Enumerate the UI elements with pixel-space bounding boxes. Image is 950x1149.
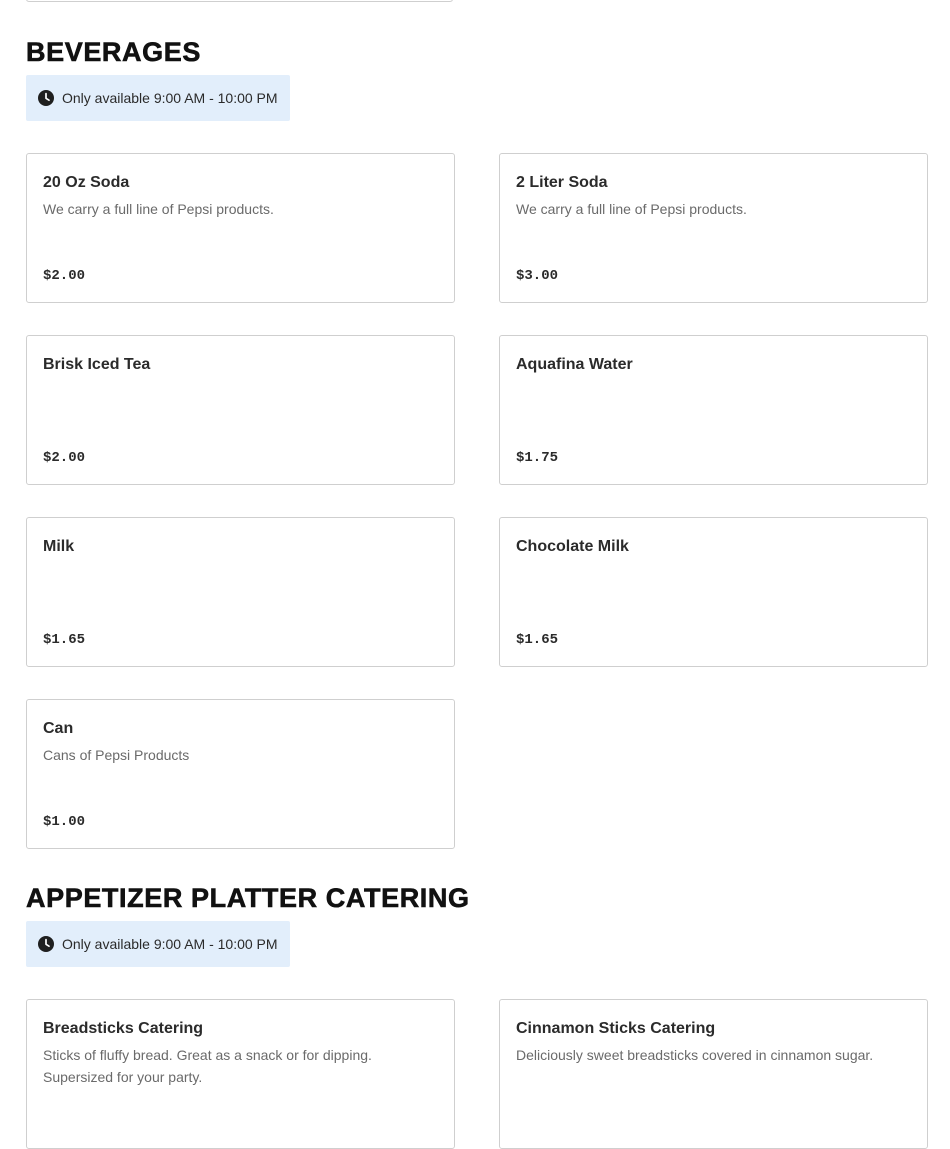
availability-badge: Only available 9:00 AM - 10:00 PM <box>26 75 290 121</box>
item-name: 20 Oz Soda <box>43 174 130 191</box>
menu-item-card[interactable]: Breadsticks Catering Sticks of fluffy br… <box>26 999 455 1149</box>
availability-text: Only available 9:00 AM - 10:00 PM <box>62 90 278 106</box>
item-price: $2.00 <box>43 268 86 284</box>
menu-item-card[interactable]: Cinnamon Sticks Catering Deliciously swe… <box>499 999 928 1149</box>
item-description: We carry a full line of Pepsi products. <box>43 201 274 217</box>
availability-badge: Only available 9:00 AM - 10:00 PM <box>26 921 290 967</box>
item-name: Brisk Iced Tea <box>43 356 151 373</box>
item-name: Milk <box>43 538 75 555</box>
item-name: Chocolate Milk <box>516 538 629 555</box>
item-description: Deliciously sweet breadsticks covered in… <box>516 1047 874 1063</box>
item-description: Sticks of fluffy bread. Great as a snack… <box>43 1047 372 1085</box>
item-description: Cans of Pepsi Products <box>43 747 190 763</box>
item-price: $1.00 <box>43 814 86 830</box>
item-name: Breadsticks Catering <box>43 1020 204 1037</box>
item-description: We carry a full line of Pepsi products. <box>516 201 747 217</box>
item-price: $2.00 <box>43 450 86 466</box>
item-price: $1.65 <box>43 632 86 648</box>
menu-item-card[interactable]: 2 Liter Soda We carry a full line of Pep… <box>499 153 928 303</box>
menu-item-card[interactable]: Milk $1.65 <box>26 517 455 667</box>
item-price: $1.75 <box>516 450 559 466</box>
previous-item-card[interactable] <box>26 0 453 2</box>
item-price: $1.65 <box>516 632 559 648</box>
availability-text: Only available 9:00 AM - 10:00 PM <box>62 936 278 952</box>
menu-page: BEVERAGES Only available 9:00 AM - 10:00… <box>0 0 950 1149</box>
menu-item-card[interactable]: Can Cans of Pepsi Products $1.00 <box>26 699 455 849</box>
menu-item-card[interactable]: Brisk Iced Tea $2.00 <box>26 335 455 485</box>
clock-icon <box>38 936 54 952</box>
menu-item-card[interactable]: Chocolate Milk $1.65 <box>499 517 928 667</box>
menu-section-beverages: BEVERAGES Only available 9:00 AM - 10:00… <box>26 36 928 849</box>
item-grid: Breadsticks Catering Sticks of fluffy br… <box>26 999 928 1149</box>
section-title: APPETIZER PLATTER CATERING <box>26 883 470 914</box>
item-price: $3.00 <box>516 268 559 284</box>
item-name: Can <box>43 720 74 737</box>
clock-icon <box>38 90 54 106</box>
item-name: Aquafina Water <box>516 356 633 373</box>
item-grid: 20 Oz Soda We carry a full line of Pepsi… <box>26 153 928 849</box>
item-name: Cinnamon Sticks Catering <box>516 1020 716 1037</box>
item-name: 2 Liter Soda <box>516 174 608 191</box>
menu-section-appetizer-platter-catering: APPETIZER PLATTER CATERING Only availabl… <box>26 882 928 1149</box>
menu-item-card[interactable]: Aquafina Water $1.75 <box>499 335 928 485</box>
section-title: BEVERAGES <box>26 37 201 68</box>
menu-item-card[interactable]: 20 Oz Soda We carry a full line of Pepsi… <box>26 153 455 303</box>
